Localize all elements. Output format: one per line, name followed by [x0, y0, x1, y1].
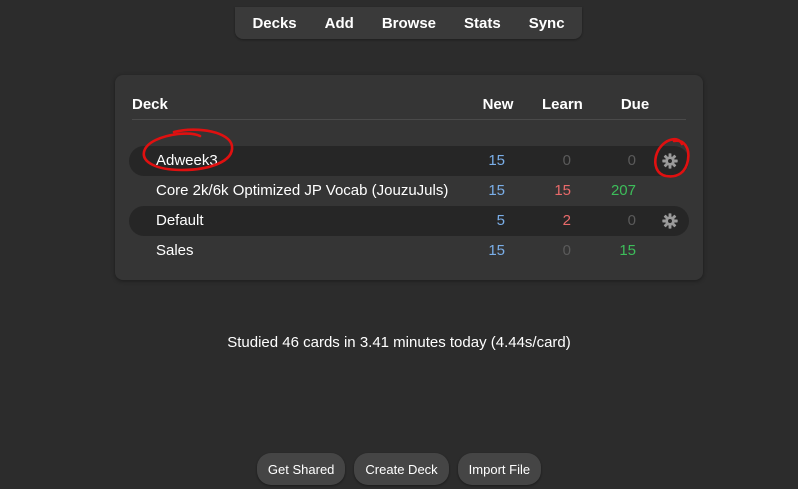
- deck-list-panel: Deck New Learn Due Adweek3 15 0 0 Core 2…: [115, 75, 703, 280]
- deck-row-core-2k6k: Core 2k/6k Optimized JP Vocab (JouzuJuls…: [129, 176, 689, 206]
- deck-name-link[interactable]: Sales: [156, 242, 194, 259]
- new-count: 5: [496, 212, 505, 229]
- learn-count: 2: [562, 212, 571, 229]
- deck-name-link[interactable]: Adweek3: [156, 152, 218, 169]
- header-due: Due: [620, 96, 650, 113]
- toolbar-stats-link[interactable]: Stats: [450, 15, 515, 32]
- toolbar-add-link[interactable]: Add: [311, 15, 368, 32]
- deck-options-gear-icon[interactable]: [661, 212, 679, 230]
- top-toolbar: Decks Add Browse Stats Sync: [235, 7, 582, 39]
- due-count: 0: [627, 152, 636, 169]
- header-new: New: [482, 96, 514, 113]
- deck-name-link[interactable]: Default: [156, 212, 204, 229]
- new-count: 15: [488, 182, 505, 199]
- toolbar-browse-link[interactable]: Browse: [368, 15, 450, 32]
- learn-count: 15: [554, 182, 571, 199]
- learn-count: 0: [562, 242, 571, 259]
- study-summary-text: Studied 46 cards in 3.41 minutes today (…: [227, 334, 571, 351]
- toolbar-sync-link[interactable]: Sync: [515, 15, 579, 32]
- deck-row-sales: Sales 15 0 15: [129, 236, 689, 266]
- header-deck: Deck: [132, 96, 168, 113]
- deck-row-default: Default 5 2 0: [129, 206, 689, 236]
- due-count: 0: [627, 212, 636, 229]
- deck-options-gear-icon[interactable]: [661, 152, 679, 170]
- anki-main-window: Decks Add Browse Stats Sync Deck New Lea…: [0, 0, 798, 489]
- due-count: 15: [619, 242, 636, 259]
- deck-row-adweek3: Adweek3 15 0 0: [129, 146, 689, 176]
- import-file-button[interactable]: Import File: [457, 453, 542, 485]
- bottom-button-bar: Get Shared Create Deck Import File: [0, 453, 798, 485]
- toolbar-decks-link[interactable]: Decks: [238, 15, 310, 32]
- new-count: 15: [488, 242, 505, 259]
- learn-count: 0: [562, 152, 571, 169]
- due-count: 207: [610, 182, 636, 199]
- new-count: 15: [488, 152, 505, 169]
- header-learn: Learn: [542, 96, 583, 113]
- get-shared-button[interactable]: Get Shared: [256, 453, 346, 485]
- deck-name-link[interactable]: Core 2k/6k Optimized JP Vocab (JouzuJuls…: [156, 182, 448, 199]
- deck-table-header: Deck New Learn Due: [132, 89, 686, 120]
- create-deck-button[interactable]: Create Deck: [354, 453, 449, 485]
